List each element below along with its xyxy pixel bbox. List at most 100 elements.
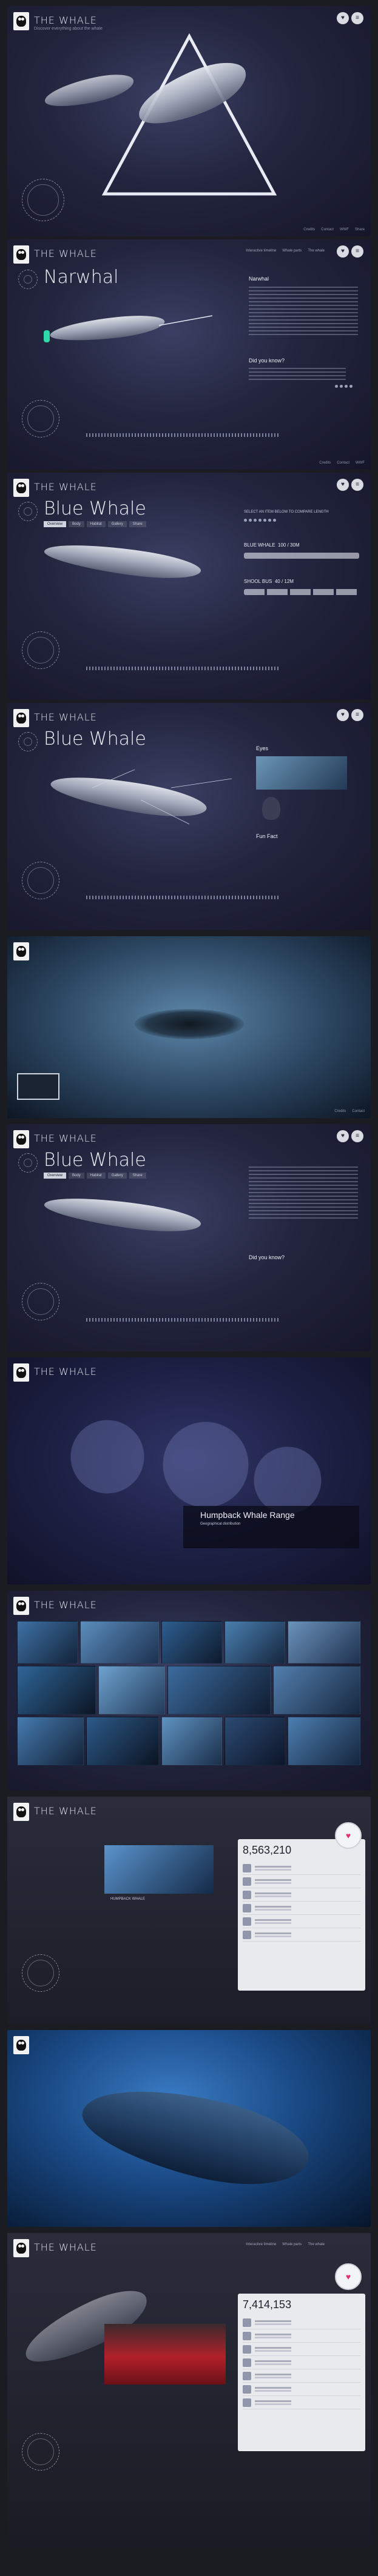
navigation-dial[interactable] — [22, 631, 59, 669]
feed-item[interactable] — [243, 1915, 360, 1928]
map-subtitle: Geographical distribution — [200, 1522, 241, 1526]
tab-overview[interactable]: Overview — [44, 521, 67, 527]
nav-parts[interactable]: Whale parts — [282, 249, 302, 253]
tab-gallery[interactable]: Gallery — [107, 1173, 127, 1179]
gallery-tile[interactable] — [80, 1621, 159, 1663]
feed-item[interactable] — [243, 2356, 360, 2369]
heart-icon[interactable]: ♥ — [337, 479, 349, 491]
sidebar-text — [249, 287, 358, 335]
footer-share[interactable]: Share — [355, 228, 365, 231]
footer-wwf[interactable]: WWF — [340, 228, 349, 231]
footer-contact[interactable]: Contact — [337, 461, 349, 465]
menu-icon[interactable]: ≡ — [351, 479, 363, 491]
heart-icon[interactable]: ♥ — [337, 709, 349, 721]
eye-thumbnail[interactable] — [256, 756, 347, 790]
gallery-tile[interactable] — [288, 1621, 360, 1663]
wwf-panda-logo[interactable] — [13, 1130, 29, 1148]
tab-share[interactable]: Share — [129, 1173, 146, 1179]
gallery-tile[interactable] — [17, 1621, 78, 1663]
navigation-dial[interactable] — [22, 1283, 59, 1320]
nav-parts[interactable]: Whale parts — [282, 2243, 302, 2246]
navigation-dial[interactable] — [22, 179, 64, 221]
whaling-photo[interactable] — [104, 2324, 226, 2385]
tab-body[interactable]: Body — [69, 1173, 84, 1179]
navigation-dial[interactable] — [22, 1954, 59, 1992]
gallery-tile[interactable] — [161, 1621, 222, 1663]
menu-icon[interactable]: ≡ — [351, 12, 363, 24]
wwf-panda-logo[interactable] — [13, 1363, 29, 1382]
menu-icon[interactable]: ≡ — [351, 1130, 363, 1142]
feed-item[interactable] — [243, 2316, 360, 2329]
gallery-tile[interactable] — [17, 1666, 96, 1714]
wwf-panda-logo[interactable] — [13, 942, 29, 960]
navigation-dial[interactable] — [22, 2433, 59, 2471]
wwf-panda-logo[interactable] — [13, 245, 29, 264]
feed-item[interactable] — [243, 1902, 360, 1915]
tab-overview[interactable]: Overview — [44, 1173, 67, 1179]
feed-item[interactable] — [243, 1888, 360, 1902]
gallery-tile[interactable] — [86, 1717, 159, 1765]
tab-gallery[interactable]: Gallery — [107, 521, 127, 527]
blue-whale-image — [42, 537, 203, 585]
gallery-tile[interactable] — [17, 1717, 84, 1765]
heart-icon[interactable]: ♥ — [335, 1822, 362, 1849]
wwf-panda-logo[interactable] — [13, 1597, 29, 1615]
wwf-panda-logo[interactable] — [13, 1803, 29, 1821]
feed-item[interactable] — [243, 2329, 360, 2343]
gallery-tile[interactable] — [224, 1621, 285, 1663]
species-badge[interactable] — [18, 502, 38, 521]
heart-icon[interactable]: ♥ — [337, 245, 349, 258]
wwf-panda-logo[interactable] — [13, 479, 29, 497]
navigation-dial[interactable] — [22, 862, 59, 899]
feed-item[interactable] — [243, 2343, 360, 2356]
footer-credits[interactable]: Credits — [334, 1110, 346, 1113]
feed-item[interactable] — [243, 1875, 360, 1888]
interactive-timeline[interactable] — [86, 433, 280, 437]
nav-timeline[interactable]: Interactive timeline — [246, 2243, 276, 2246]
gallery-tile[interactable] — [98, 1666, 165, 1714]
gallery-tile[interactable] — [224, 1717, 285, 1765]
wwf-panda-logo[interactable] — [13, 12, 29, 30]
footer-credits[interactable]: Credits — [303, 228, 315, 231]
interactive-timeline[interactable] — [86, 1318, 280, 1322]
share-icon[interactable]: ♥ — [337, 12, 349, 24]
footer-contact[interactable]: Contact — [352, 1110, 365, 1113]
feed-item[interactable] — [243, 2369, 360, 2383]
nav-whale[interactable]: The whale — [308, 249, 325, 253]
tab-habitat[interactable]: Habitat — [86, 1173, 106, 1179]
feed-item[interactable] — [243, 1928, 360, 1942]
gallery-tile[interactable] — [167, 1666, 271, 1714]
menu-icon[interactable]: ≡ — [351, 709, 363, 721]
feed-item[interactable] — [243, 1862, 360, 1875]
photo-thumbnail[interactable] — [17, 1073, 59, 1100]
navigation-dial[interactable] — [22, 400, 59, 438]
species-badge[interactable] — [18, 1153, 38, 1173]
menu-icon[interactable]: ≡ — [351, 245, 363, 258]
share-dots[interactable] — [335, 385, 353, 388]
species-badge[interactable] — [18, 270, 38, 289]
interactive-timeline[interactable] — [86, 896, 280, 899]
featured-whale-photo[interactable] — [104, 1845, 214, 1894]
section-tabs: Overview Body Habitat Gallery Share — [44, 521, 146, 527]
wwf-panda-logo[interactable] — [13, 2239, 29, 2257]
nav-whale[interactable]: The whale — [308, 2243, 325, 2246]
species-badge[interactable] — [18, 732, 38, 751]
tab-habitat[interactable]: Habitat — [86, 521, 106, 527]
gallery-tile[interactable] — [288, 1717, 360, 1765]
feed-item[interactable] — [243, 2396, 360, 2409]
wwf-panda-logo[interactable] — [13, 2036, 29, 2054]
wwf-panda-logo[interactable] — [13, 709, 29, 727]
tab-share[interactable]: Share — [129, 521, 146, 527]
heart-icon[interactable]: ♥ — [337, 1130, 349, 1142]
nav-timeline[interactable]: Interactive timeline — [246, 249, 276, 253]
compare-item-selector[interactable] — [244, 519, 276, 522]
feed-item[interactable] — [243, 2383, 360, 2396]
footer-credits[interactable]: Credits — [319, 461, 331, 465]
footer-wwf[interactable]: WWF — [356, 461, 365, 465]
tab-body[interactable]: Body — [69, 521, 84, 527]
heart-icon[interactable]: ♥ — [335, 2263, 362, 2290]
gallery-tile[interactable] — [161, 1717, 222, 1765]
gallery-tile[interactable] — [273, 1666, 360, 1714]
interactive-timeline[interactable] — [86, 667, 280, 670]
footer-contact[interactable]: Contact — [321, 228, 334, 231]
